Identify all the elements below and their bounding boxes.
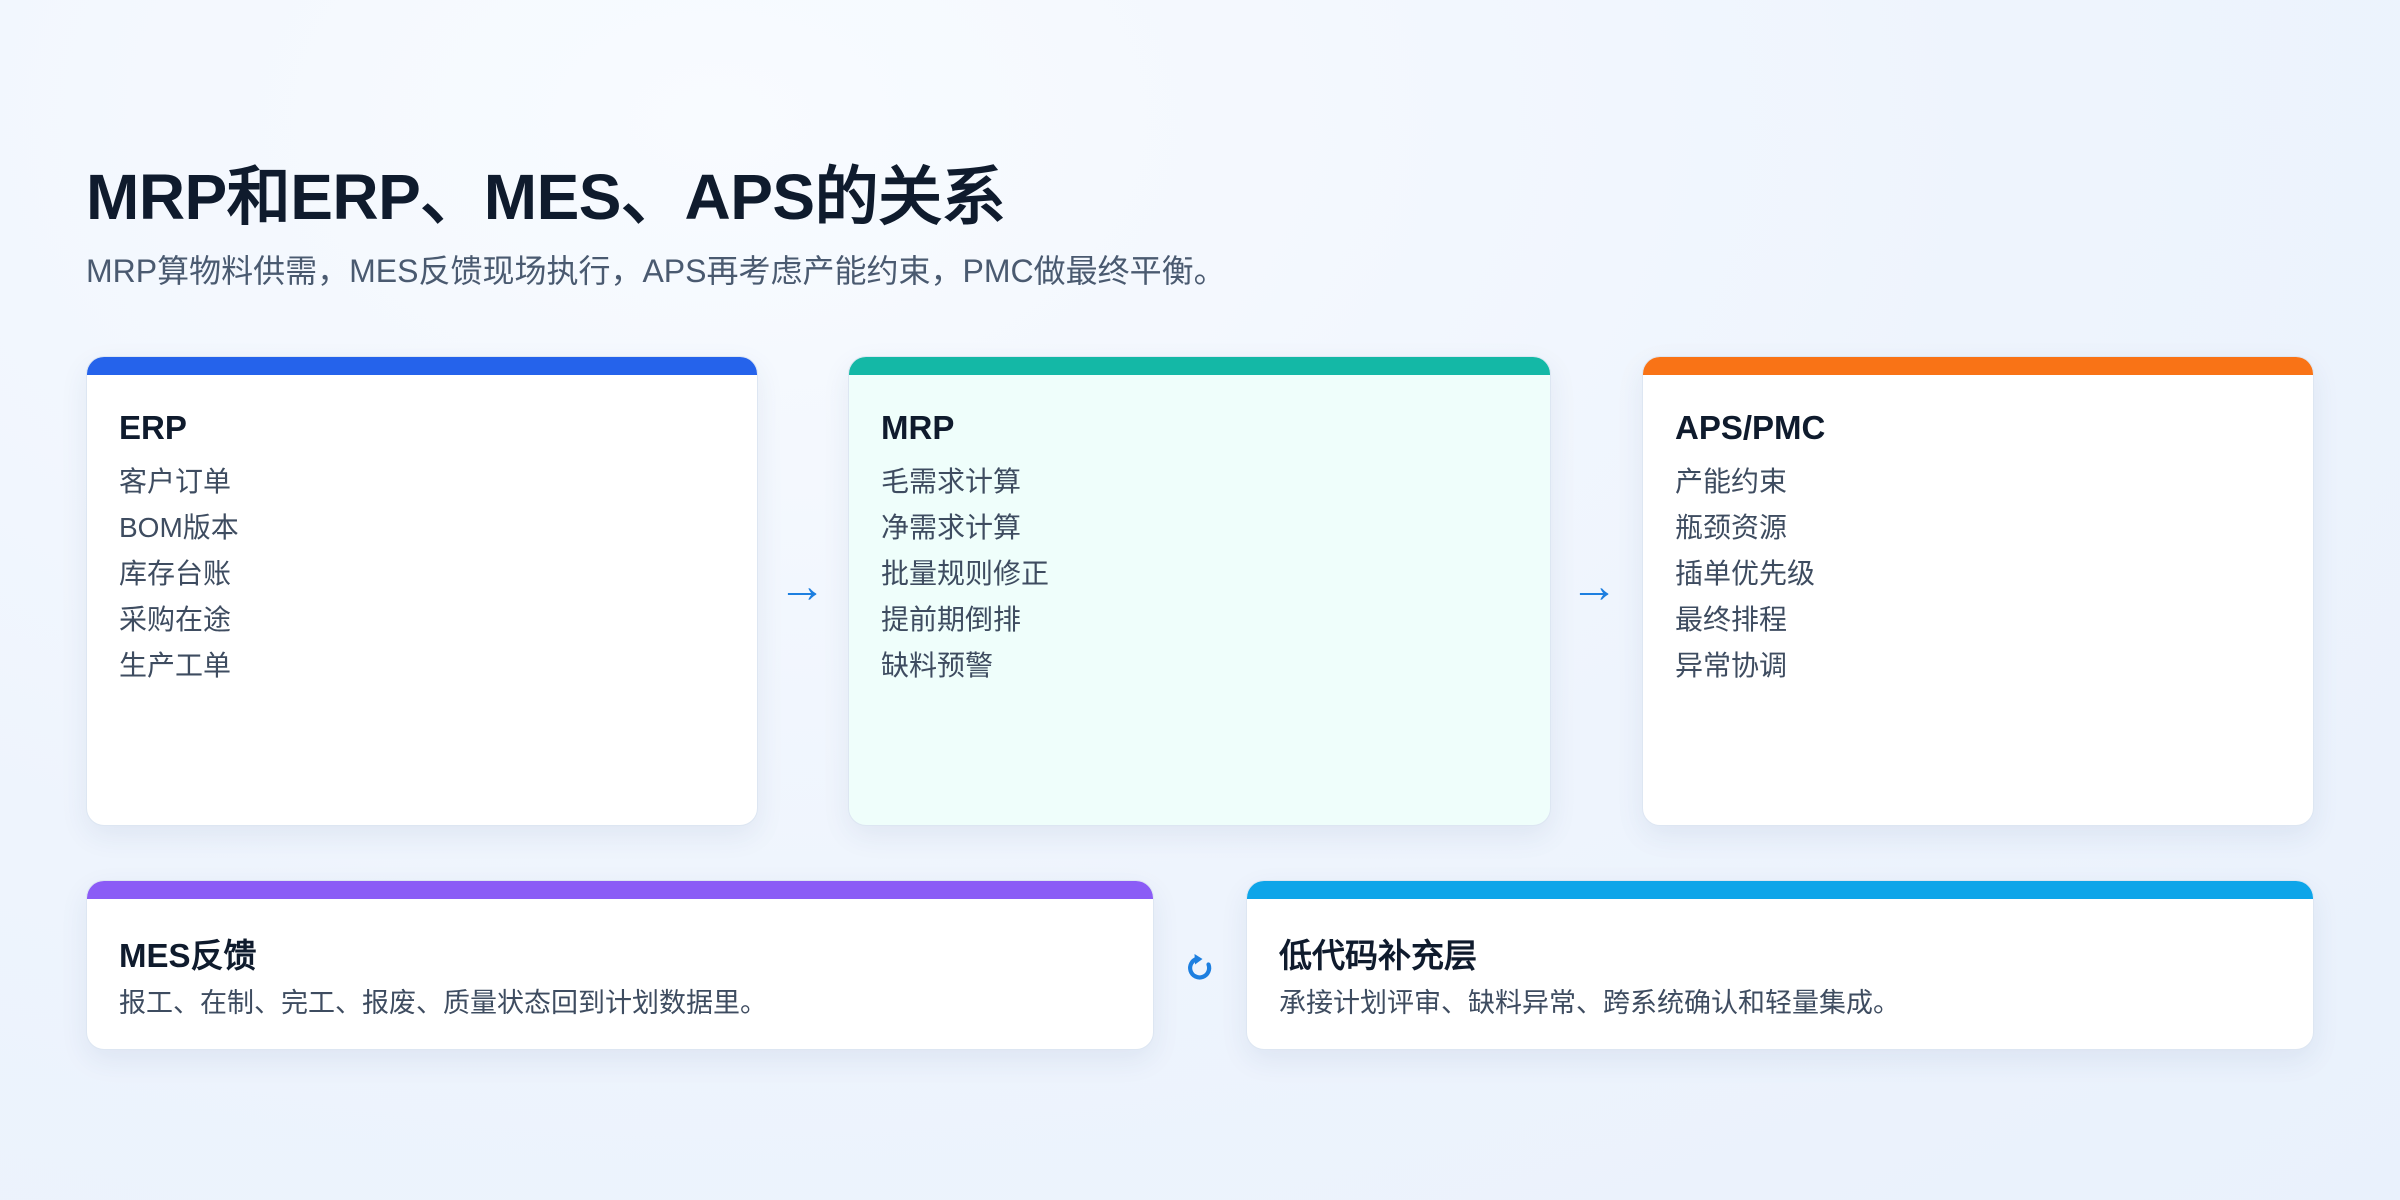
mrp-item: 提前期倒排 — [881, 604, 1022, 635]
erp-item: 采购在途 — [119, 604, 232, 635]
mrp-item: 缺料预警 — [881, 650, 994, 681]
lowcode-card-description: 承接计划评审、缺料异常、跨系统确认和轻量集成。 — [1279, 988, 1900, 1018]
mes-card-accent-bar — [87, 881, 1153, 899]
erp-item: BOM版本 — [119, 512, 239, 543]
mrp-card-title: MRP — [881, 409, 955, 446]
flow-arrow-icon: → — [778, 560, 826, 613]
mes-card-description: 报工、在制、完工、报废、质量状态回到计划数据里。 — [119, 988, 767, 1018]
lowcode-layer-card: 低代码补充层 承接计划评审、缺料异常、跨系统确认和轻量集成。 — [1246, 880, 2314, 1050]
aps-item: 产能约束 — [1675, 466, 1788, 497]
flow-arrow-icon: → — [1570, 560, 1618, 613]
mes-feedback-card: MES反馈 报工、在制、完工、报废、质量状态回到计划数据里。 — [86, 880, 1154, 1050]
mrp-item: 批量规则修正 — [881, 558, 1050, 589]
aps-pmc-card: APS/PMC 产能约束 瓶颈资源 插单优先级 最终排程 异常协调 — [1642, 356, 2314, 826]
aps-card-accent-bar — [1643, 357, 2313, 375]
aps-item-list: 产能约束 瓶颈资源 插单优先级 最终排程 异常协调 — [1675, 459, 1815, 689]
erp-item-list: 客户订单 BOM版本 库存台账 采购在途 生产工单 — [119, 459, 239, 689]
aps-item: 插单优先级 — [1675, 558, 1816, 589]
aps-item: 异常协调 — [1675, 650, 1788, 681]
mrp-item: 毛需求计算 — [881, 466, 1022, 497]
cycle-arrow-icon — [1188, 954, 1212, 980]
aps-card-title: APS/PMC — [1675, 409, 1826, 446]
mrp-card-accent-bar — [849, 357, 1550, 375]
mrp-card: MRP 毛需求计算 净需求计算 批量规则修正 提前期倒排 缺料预警 — [848, 356, 1551, 826]
lowcode-card-accent-bar — [1247, 881, 2313, 899]
page-title: MRP和ERP、MES、APS的关系 — [86, 161, 1006, 233]
erp-card-title: ERP — [119, 409, 187, 446]
erp-item: 生产工单 — [119, 650, 232, 681]
lowcode-card-title: 低代码补充层 — [1279, 937, 1477, 974]
aps-item: 瓶颈资源 — [1675, 512, 1788, 543]
erp-card: ERP 客户订单 BOM版本 库存台账 采购在途 生产工单 — [86, 356, 758, 826]
mrp-item: 净需求计算 — [881, 512, 1022, 543]
mrp-item-list: 毛需求计算 净需求计算 批量规则修正 提前期倒排 缺料预警 — [881, 459, 1049, 689]
page-subtitle: MRP算物料供需，MES反馈现场执行，APS再考虑产能约束，PMC做最终平衡。 — [86, 253, 1226, 289]
erp-item: 客户订单 — [119, 466, 232, 497]
erp-card-accent-bar — [87, 357, 757, 375]
erp-item: 库存台账 — [119, 558, 232, 589]
aps-item: 最终排程 — [1675, 604, 1788, 635]
mes-card-title: MES反馈 — [119, 937, 257, 974]
